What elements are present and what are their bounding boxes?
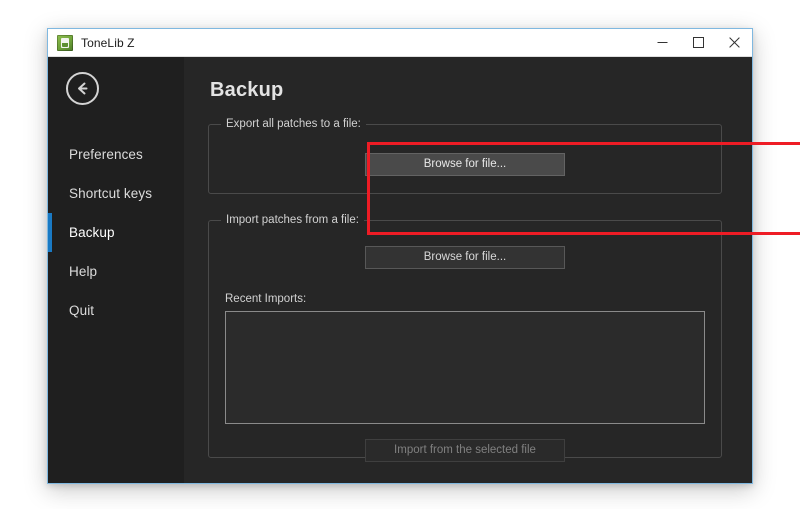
window-controls (644, 29, 752, 56)
sidebar-item-label: Quit (69, 303, 95, 318)
maximize-button[interactable] (680, 29, 716, 56)
minimize-icon (657, 42, 667, 43)
sidebar-item-label: Shortcut keys (69, 186, 153, 201)
content-area: Backup Export all patches to a file: Bro… (184, 57, 800, 483)
minimize-button[interactable] (644, 29, 680, 56)
close-icon (728, 37, 740, 48)
import-from-selected-file-button[interactable]: Import from the selected file (365, 439, 565, 462)
sidebar: Preferences Shortcut keys Backup Help Qu… (48, 57, 184, 483)
sidebar-item-label: Preferences (69, 147, 143, 162)
sidebar-item-label: Backup (69, 225, 115, 240)
application-window: ToneLib Z Preferences Shortcut keys Back… (47, 28, 800, 484)
window-titlebar[interactable]: ToneLib Z (48, 29, 752, 57)
window-body: Preferences Shortcut keys Backup Help Qu… (48, 57, 800, 483)
import-group-legend: Import patches from a file: (221, 214, 364, 226)
page-title: Backup (210, 79, 284, 101)
sidebar-item-help[interactable]: Help (48, 252, 184, 291)
desktop-backdrop: ToneLib Z Preferences Shortcut keys Back… (0, 0, 800, 509)
close-button[interactable] (716, 29, 752, 56)
export-button-wrapper: Browse for file... (225, 153, 705, 176)
import-browse-button-wrapper: Browse for file... (225, 246, 705, 269)
export-group-legend: Export all patches to a file: (221, 118, 366, 130)
maximize-icon (692, 37, 704, 48)
export-browse-for-file-button[interactable]: Browse for file... (365, 153, 565, 176)
window-title: ToneLib Z (81, 35, 135, 50)
import-action-button-wrapper: Import from the selected file (225, 439, 705, 462)
recent-imports-label: Recent Imports: (225, 293, 307, 305)
sidebar-item-quit[interactable]: Quit (48, 291, 184, 330)
back-arrow-icon (78, 82, 88, 95)
tonelib-app-icon (57, 34, 73, 51)
import-patches-group: Import patches from a file: Browse for f… (208, 214, 722, 462)
import-browse-for-file-button[interactable]: Browse for file... (365, 246, 565, 269)
sidebar-item-shortcut-keys[interactable]: Shortcut keys (48, 174, 184, 213)
sidebar-item-backup[interactable]: Backup (48, 213, 184, 252)
recent-imports-list[interactable] (225, 311, 705, 424)
sidebar-item-preferences[interactable]: Preferences (48, 135, 184, 174)
sidebar-item-label: Help (69, 264, 98, 279)
export-patches-group: Export all patches to a file: Browse for… (208, 118, 722, 194)
back-button[interactable] (66, 72, 99, 105)
